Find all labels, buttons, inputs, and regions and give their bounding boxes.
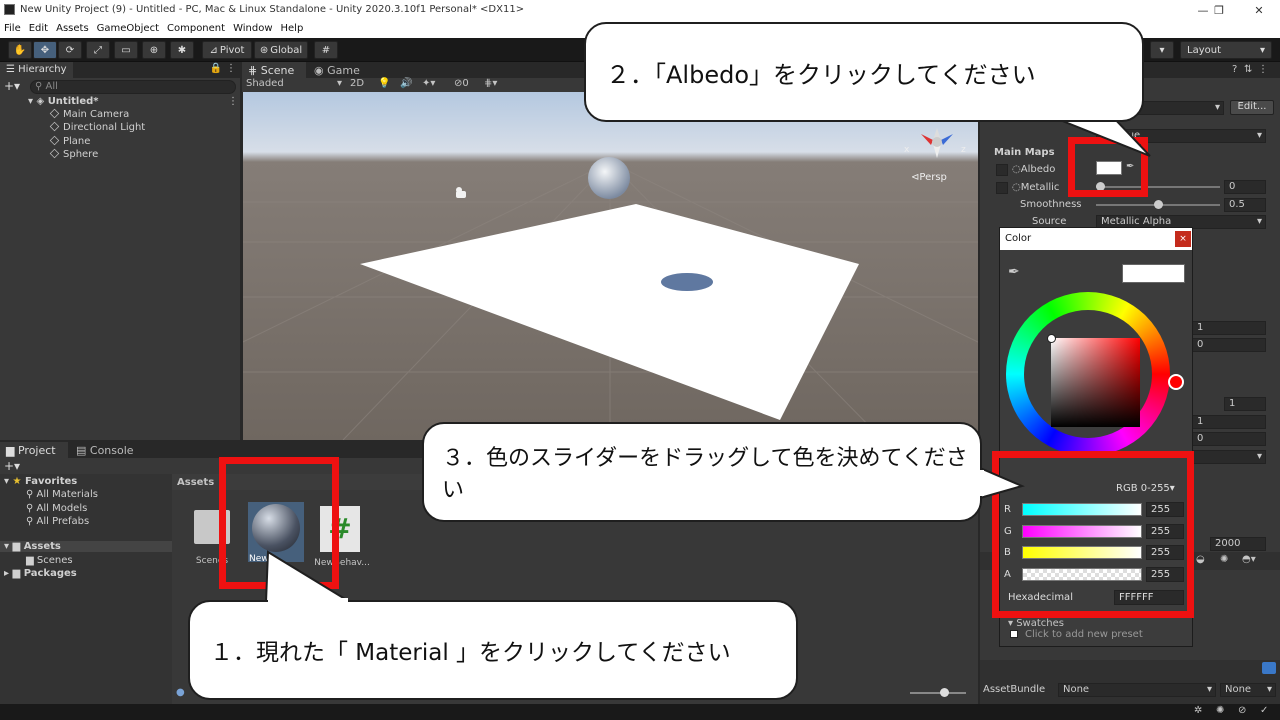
callout-step3: ３．色のスライダーをドラッグして色を決めてください bbox=[422, 422, 982, 522]
callout-step1: １．現れた「 Material 」をクリックしてください bbox=[188, 600, 798, 700]
callout-step2-text: ２．「Albedo」をクリックしてください bbox=[606, 60, 1036, 89]
callout-step1-text: １．現れた「 Material 」をクリックしてください bbox=[210, 640, 731, 666]
callout-join bbox=[268, 598, 348, 604]
callout-join bbox=[976, 470, 984, 496]
callout-step2: ２．「Albedo」をクリックしてください bbox=[584, 22, 1144, 122]
callout-step3-text: ３．色のスライダーをドラッグして色を決めてください bbox=[442, 446, 968, 503]
callout-join bbox=[1052, 112, 1110, 118]
